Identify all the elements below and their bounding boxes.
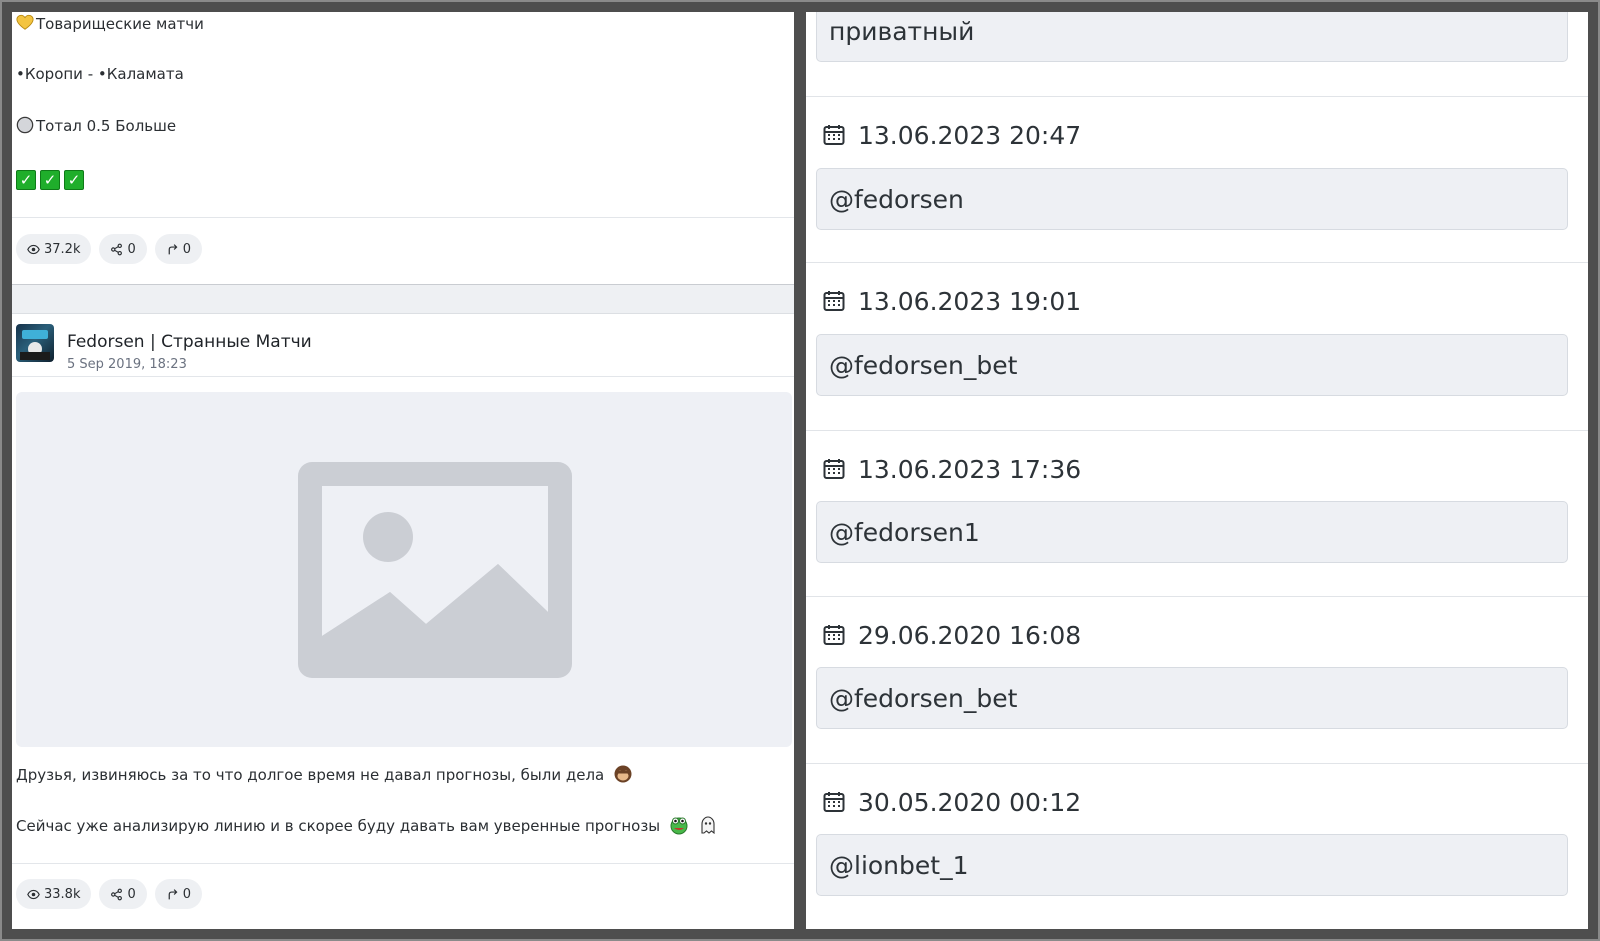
share-icon [111,243,123,255]
forwards-count: 0 [182,886,192,902]
divider [806,763,1588,764]
username-history: приватный 13.06.2023 20:47 @fedorsen 13.… [806,12,1588,929]
post-2-header: Fedorsen | Странные Матчи 5 Sep 2019, 18… [12,324,794,379]
ghost-icon [701,816,715,835]
username-box: @fedorsen_bet [816,334,1568,396]
post-line: •Коропи - •Каламата [16,65,184,83]
history-date-text: 13.06.2023 19:01 [858,286,1082,316]
divider [12,863,794,864]
post-1-line-1: Товарищеские матчи [36,15,204,33]
eye-icon [27,889,40,899]
history-date: 13.06.2023 20:47 [822,120,1081,150]
divider [806,96,1588,97]
history-date-text: 29.06.2020 16:08 [858,620,1082,650]
username-box: @fedorsen1 [816,501,1568,563]
post-line: Тотал 0.5 Больше [16,116,176,135]
post-2-text-1: Друзья, извиняюсь за то что долгое время… [16,764,633,784]
monkey-icon [614,765,632,783]
divider [806,262,1588,263]
image-placeholder-icon [298,462,572,678]
username-box: @fedorsen [816,168,1568,230]
post-stats: 33.8k 0 0 [16,879,203,909]
frog-icon [670,817,688,835]
divider [12,376,794,377]
divider [806,596,1588,597]
eye-icon [27,244,40,254]
history-date: 30.05.2020 00:12 [822,787,1081,817]
username-box: приватный [816,12,1568,62]
post-separator [12,284,794,314]
forwards-pill[interactable]: 0 [154,234,203,264]
shares-pill[interactable]: 0 [99,879,147,909]
calendar-icon [823,125,845,145]
shares-count: 0 [127,886,136,902]
username-box: @fedorsen_bet [816,667,1568,729]
circle-icon [16,116,34,134]
views-pill[interactable]: 33.8k [16,879,92,909]
post-1: Товарищеские матчи •Коропи - •Каламата Т… [12,12,794,282]
post-2-line-2: Сейчас уже анализирую линию и в скорее б… [16,817,661,835]
history-date-text: 13.06.2023 17:36 [858,454,1082,484]
check-icon: ✓ [16,170,36,190]
post-2-text-2: Сейчас уже анализирую линию и в скорее б… [16,815,718,835]
views-count: 33.8k [44,886,81,902]
divider [806,430,1588,431]
history-date-text: 13.06.2023 20:47 [858,120,1082,150]
history-date: 13.06.2023 17:36 [822,454,1081,484]
shares-pill[interactable]: 0 [99,234,147,264]
calendar-icon [823,625,845,645]
history-date: 13.06.2023 19:01 [822,286,1081,316]
forward-icon [168,888,178,899]
calendar-icon [823,291,845,311]
views-pill[interactable]: 37.2k [16,234,92,264]
divider [12,217,794,218]
check-marks: ✓ ✓ ✓ [16,170,84,190]
forwards-pill[interactable]: 0 [154,879,203,909]
check-icon: ✓ [40,170,60,190]
post-1-line-3: Тотал 0.5 Больше [36,117,177,135]
forwards-count: 0 [182,241,192,257]
heart-icon [16,14,34,30]
image-placeholder[interactable] [16,392,792,747]
post-2-line-1: Друзья, извиняюсь за то что долгое время… [16,766,605,784]
history-date: 29.06.2020 16:08 [822,620,1081,650]
shares-count: 0 [127,241,136,257]
post-date: 5 Sep 2019, 18:23 [67,357,187,372]
share-icon [111,888,123,900]
channel-name[interactable]: Fedorsen | Странные Матчи [67,332,312,352]
username-box: @lionbet_1 [816,834,1568,896]
calendar-icon [823,459,845,479]
avatar[interactable] [16,324,54,362]
channel-feed: Товарищеские матчи •Коропи - •Каламата Т… [12,12,794,929]
views-count: 37.2k [44,241,81,257]
post-line: Товарищеские матчи [16,14,204,33]
calendar-icon [823,792,845,812]
forward-icon [168,243,178,254]
history-date-text: 30.05.2020 00:12 [858,787,1082,817]
check-icon: ✓ [64,170,84,190]
post-1-line-2: •Коропи - •Каламата [16,65,184,83]
post-stats: 37.2k 0 0 [16,234,203,264]
